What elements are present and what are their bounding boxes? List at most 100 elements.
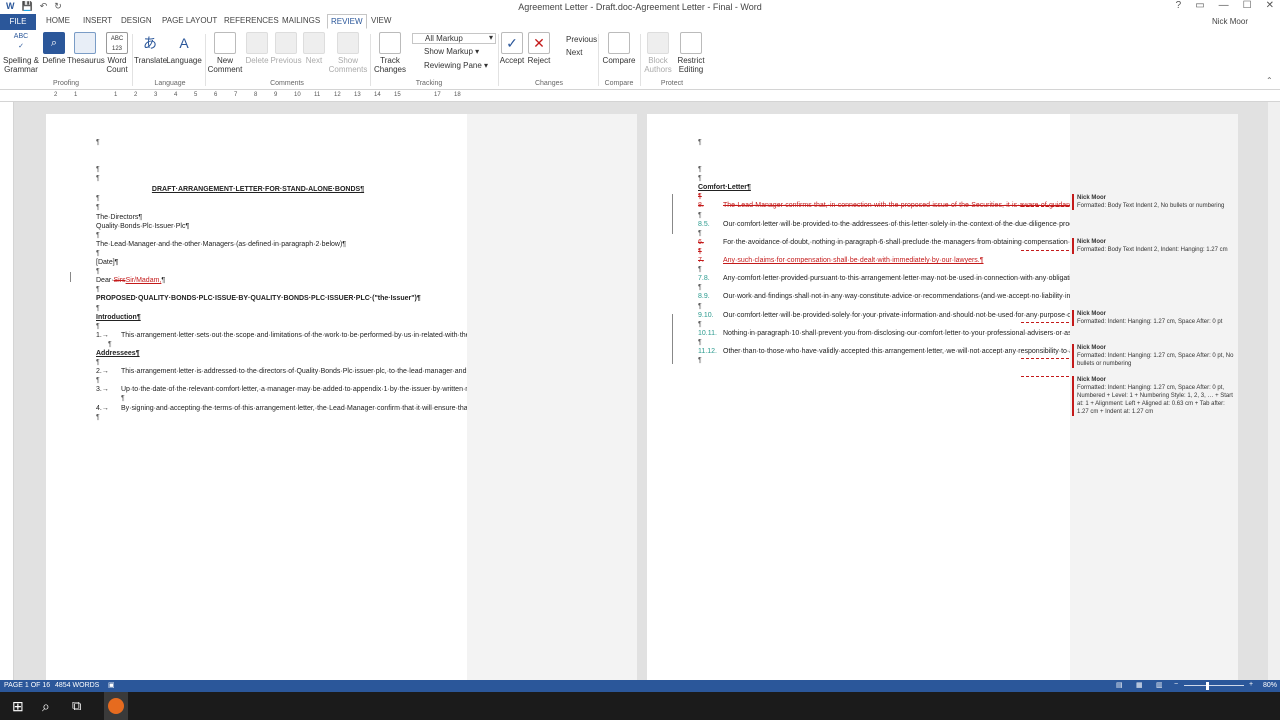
help-button[interactable]: ? bbox=[1176, 0, 1182, 11]
read-mode-icon[interactable]: ▤ bbox=[1116, 681, 1123, 689]
reject-button[interactable]: ✕ Reject bbox=[526, 30, 552, 78]
paragraph-mark: ¶ ¶ bbox=[96, 166, 100, 183]
user-name[interactable]: Nick Moor bbox=[1212, 17, 1248, 26]
language-button[interactable]: A Language bbox=[166, 30, 202, 78]
horizontal-ruler[interactable]: 2 1 1 2 3 4 5 6 7 8 9 10 11 12 13 14 15 17 18 bbox=[0, 90, 1280, 102]
ruler-tick: 13 bbox=[354, 92, 361, 98]
zoom-slider[interactable] bbox=[1184, 685, 1244, 686]
ruler-tick: 2 bbox=[54, 92, 58, 98]
taskbar: ⊞ ⌕ ⧉ bbox=[0, 692, 1280, 720]
translate-button[interactable]: あ Translate bbox=[134, 30, 167, 78]
next-comment-button[interactable]: Next bbox=[302, 30, 326, 78]
paragraph-mark: ¶ bbox=[121, 395, 125, 403]
paragraph-12: 11.12. Other·than·to·those·who·have·valid… bbox=[698, 347, 1070, 356]
search-icon[interactable]: ⌕ bbox=[42, 698, 50, 715]
word-count-indicator[interactable]: 4854 WORDS bbox=[55, 682, 99, 689]
windows-start-icon[interactable]: ⊞ bbox=[12, 698, 24, 715]
new-comment-button[interactable]: New Comment bbox=[207, 30, 243, 78]
accept-icon: ✓ bbox=[501, 32, 523, 54]
task-view-icon[interactable]: ⧉ bbox=[72, 698, 81, 714]
tab-references[interactable]: REFERENCES bbox=[224, 16, 279, 25]
next-change-button[interactable]: Next bbox=[556, 48, 582, 57]
delete-comment-button[interactable]: Delete bbox=[244, 30, 270, 78]
page-indicator[interactable]: PAGE 1 OF 16 bbox=[4, 682, 50, 689]
balloon-text: Formatted: Indent: Hanging: 1.27 cm, Spa… bbox=[1077, 353, 1234, 367]
spelling-grammar-button[interactable]: ABC ✓ Spelling & Grammar bbox=[2, 30, 40, 78]
heading-addressees: Addressees¶ bbox=[96, 349, 140, 357]
maximize-button[interactable]: ☐ bbox=[1243, 0, 1252, 11]
tab-review[interactable]: REVIEW bbox=[327, 14, 367, 29]
paragraph-text: Our·comfort·letter·will·be·provided·sole… bbox=[723, 311, 1070, 319]
markup-select[interactable]: All Markup ▾ bbox=[412, 33, 496, 44]
zoom-in-icon[interactable]: + bbox=[1249, 681, 1253, 688]
tab-view[interactable]: VIEW bbox=[371, 16, 391, 25]
zoom-level[interactable]: 80% bbox=[1263, 682, 1277, 689]
revision-balloon[interactable]: Nick Moor Formatted: Indent: Hanging: 1.2… bbox=[1072, 376, 1234, 416]
taskbar-app-button[interactable] bbox=[104, 692, 128, 720]
paragraph-mark: ¶ bbox=[108, 340, 112, 348]
vertical-scrollbar[interactable] bbox=[1268, 102, 1280, 680]
define-button[interactable]: ⌕ Define bbox=[41, 30, 67, 78]
define-icon: ⌕ bbox=[43, 32, 65, 54]
revision-balloon[interactable]: Nick Moor Formatted: Indent: Hanging: 1.2… bbox=[1072, 310, 1234, 326]
ruler-tick: 9 bbox=[274, 92, 278, 98]
proofing-icon[interactable]: ▣ bbox=[108, 681, 115, 689]
ruler-tick: 1 bbox=[114, 92, 118, 98]
letter-title: DRAFT·ARRANGEMENT·LETTER·FOR·STAND-ALONE… bbox=[151, 186, 365, 194]
change-bar bbox=[672, 314, 673, 364]
paragraph-mark: ¶ bbox=[698, 139, 702, 146]
track-changes-button[interactable]: Track Changes bbox=[371, 30, 409, 78]
revision-balloon[interactable]: Nick Moor Formatted: Body Text Indent 2, … bbox=[1072, 238, 1234, 254]
ruler-tick: 1 bbox=[74, 92, 78, 98]
compare-icon bbox=[608, 32, 630, 54]
close-button[interactable]: ✕ bbox=[1266, 0, 1274, 11]
show-markup-button[interactable]: Show Markup ▾ bbox=[412, 47, 479, 56]
collapse-ribbon-icon[interactable]: ⌃ bbox=[1266, 76, 1273, 85]
paragraph-11: 10.11. Nothing·in·paragraph·10·shall·prev… bbox=[698, 329, 1070, 338]
word-count-icon: ABC 123 bbox=[106, 32, 128, 54]
balloon-connector bbox=[1021, 358, 1069, 359]
ribbon-display-button[interactable]: ▭ bbox=[1195, 0, 1204, 11]
group-changes: Changes bbox=[534, 80, 564, 87]
tab-insert[interactable]: INSERT bbox=[83, 16, 112, 25]
revision-balloon[interactable]: Nick Moor Formatted: Body Text Indent 2, … bbox=[1072, 194, 1234, 210]
vertical-ruler[interactable] bbox=[0, 102, 14, 680]
balloon-connector bbox=[1021, 206, 1069, 207]
reviewing-pane-button[interactable]: Reviewing Pane ▾ bbox=[412, 61, 488, 70]
ruler-tick: 10 bbox=[294, 92, 301, 98]
block-authors-button[interactable]: Block Authors bbox=[642, 30, 674, 78]
zoom-out-icon[interactable]: − bbox=[1174, 681, 1178, 688]
addressee-issuer: Quality·Bonds·Plc·Issuer·Plc¶ bbox=[96, 222, 190, 230]
balloon-text: Formatted: Indent: Hanging: 1.27 cm, Spa… bbox=[1077, 385, 1233, 415]
paragraph-text: This·arrangement·letter·is·addressed·to·… bbox=[121, 368, 467, 376]
restrict-editing-button[interactable]: Restrict Editing bbox=[676, 30, 706, 78]
word-count-button[interactable]: ABC 123 Word Count bbox=[104, 30, 130, 78]
ruler-tick: 8 bbox=[254, 92, 258, 98]
zoom-slider-thumb[interactable] bbox=[1206, 682, 1209, 690]
paragraph-mark: ¶ bbox=[96, 322, 100, 330]
tab-file[interactable]: FILE bbox=[0, 14, 36, 30]
web-layout-icon[interactable]: ▥ bbox=[1156, 681, 1163, 689]
ruler-tick: 7 bbox=[234, 92, 238, 98]
delete-comment-icon bbox=[246, 32, 268, 54]
print-layout-icon[interactable]: ▦ bbox=[1136, 681, 1143, 689]
tab-design[interactable]: DESIGN bbox=[121, 16, 152, 25]
document-page-1[interactable]: ¶ ¶ ¶ DRAFT·ARRANGEMENT·LETTER·FOR·STAND-… bbox=[46, 114, 467, 680]
tab-mailings[interactable]: MAILINGS bbox=[282, 16, 320, 25]
accept-button[interactable]: ✓ Accept bbox=[499, 30, 525, 78]
document-page-2[interactable]: ¶ ¶ ¶ Comfort·Letter¶ ¶ 8. The·Lead·Manage… bbox=[647, 114, 1070, 680]
new-comment-icon bbox=[214, 32, 236, 54]
tab-home[interactable]: HOME bbox=[46, 16, 70, 25]
paragraph-5: 8.5. Our·comfort·letter·will·be·provided·… bbox=[698, 220, 1070, 229]
tab-page-layout[interactable]: PAGE LAYOUT bbox=[162, 16, 217, 25]
thesaurus-button[interactable]: Thesaurus bbox=[67, 30, 105, 78]
previous-change-button[interactable]: Previous bbox=[556, 35, 597, 44]
revision-balloon[interactable]: Nick Moor Formatted: Indent: Hanging: 1.2… bbox=[1072, 344, 1234, 368]
list-number: 11.12. bbox=[698, 347, 717, 355]
previous-comment-button[interactable]: Previous bbox=[270, 30, 302, 78]
minimize-button[interactable]: — bbox=[1219, 0, 1229, 11]
show-comments-button[interactable]: Show Comments bbox=[328, 30, 368, 78]
paragraph-7: 7. Any·such·claims·for·compensation·shall… bbox=[698, 256, 1020, 265]
compare-button[interactable]: Compare bbox=[600, 30, 638, 78]
translate-icon: あ bbox=[139, 32, 161, 54]
